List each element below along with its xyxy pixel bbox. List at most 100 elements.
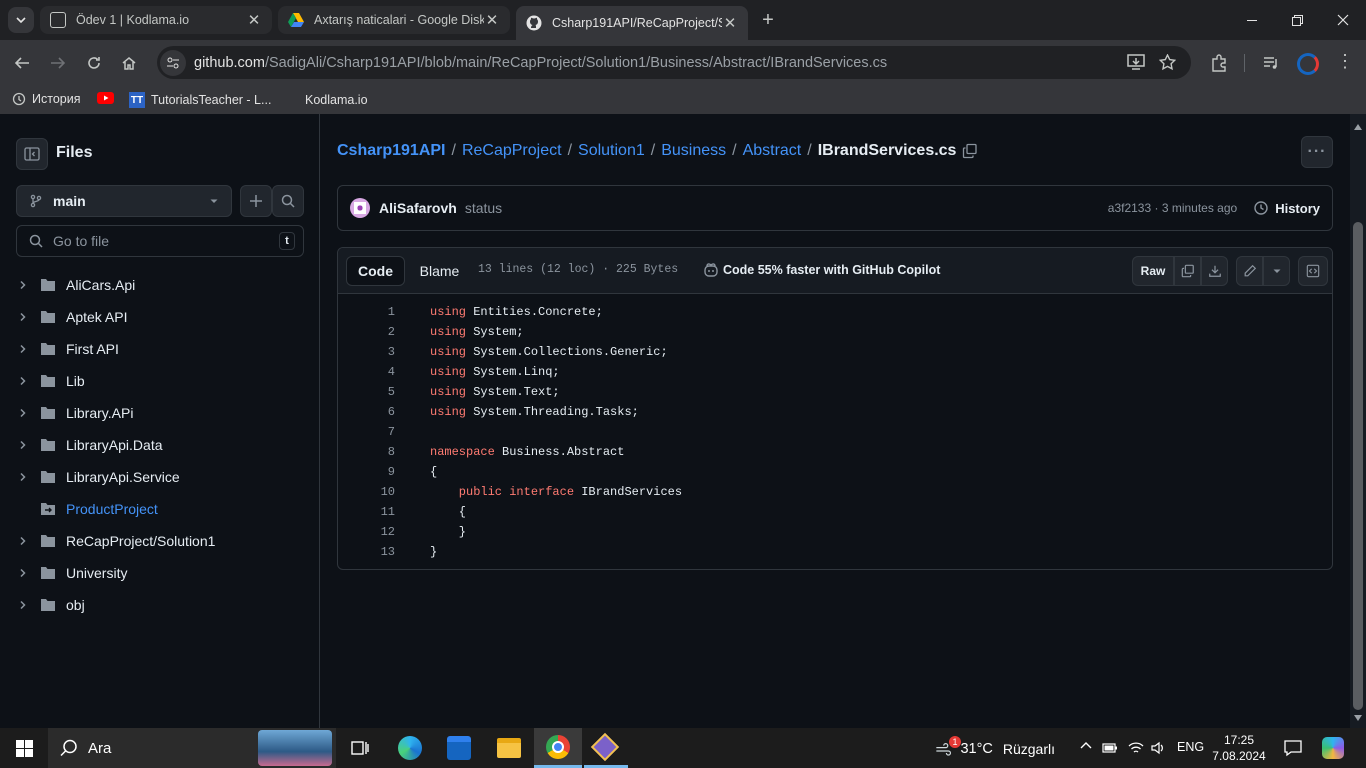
tab-blame[interactable]: Blame <box>405 256 474 286</box>
close-icon[interactable]: ✕ <box>722 14 738 32</box>
microsoft-store-icon[interactable] <box>447 736 471 760</box>
breadcrumb-link[interactable]: Abstract <box>743 142 802 160</box>
avatar[interactable] <box>350 198 370 218</box>
profile-avatar[interactable] <box>1297 53 1319 75</box>
bookmark-history[interactable]: История <box>12 92 80 106</box>
raw-button[interactable]: Raw <box>1132 256 1174 286</box>
breadcrumb-repo-link[interactable]: Csharp191API <box>337 142 446 160</box>
file-explorer-icon[interactable] <box>497 738 521 758</box>
file-tree-item[interactable]: Aptek API <box>16 301 306 333</box>
bookmark-youtube[interactable] <box>97 92 114 104</box>
file-tree-item[interactable]: ReCapProject/Solution1 <box>16 525 306 557</box>
bookmark-star-icon[interactable] <box>1159 54 1176 71</box>
chevron-right-icon[interactable] <box>18 600 34 610</box>
task-view-icon[interactable] <box>351 739 369 757</box>
commit-author[interactable]: AliSafarovh <box>379 200 457 216</box>
collapse-sidebar-button[interactable] <box>16 138 48 170</box>
windows-start-icon[interactable] <box>16 740 33 757</box>
file-tree-item[interactable]: AliCars.Api <box>16 269 306 301</box>
file-tree-item[interactable]: First API <box>16 333 306 365</box>
restore-button[interactable] <box>1274 0 1320 40</box>
line-number[interactable]: 9 <box>338 465 395 479</box>
breadcrumb-link[interactable]: Business <box>661 142 726 160</box>
file-tree-item[interactable]: LibraryApi.Data <box>16 429 306 461</box>
weather-widget[interactable]: 1 31°C Rüzgarlı <box>935 736 1055 762</box>
battery-icon[interactable] <box>1102 741 1118 755</box>
edge-icon[interactable] <box>398 736 422 760</box>
tab-code[interactable]: Code <box>346 256 405 286</box>
browser-tab-2[interactable]: Axtarış naticalari - Google Disk ✕ <box>278 6 510 34</box>
chevron-right-icon[interactable] <box>18 408 34 418</box>
commit-sha-time[interactable]: a3f2133 · 3 minutes ago <box>1108 201 1237 215</box>
extensions-icon[interactable] <box>1210 54 1228 72</box>
scroll-up-arrow[interactable] <box>1354 124 1362 130</box>
copy-raw-button[interactable] <box>1174 256 1201 286</box>
symbols-panel-button[interactable] <box>1298 256 1328 286</box>
forward-arrow-icon[interactable] <box>50 55 66 71</box>
browser-tab-1[interactable]: Ödev 1 | Kodlama.io ✕ <box>40 6 272 34</box>
bookmark-kodlama[interactable]: Kodlama.io <box>283 92 368 108</box>
add-file-button[interactable] <box>240 185 272 217</box>
reload-icon[interactable] <box>86 55 102 71</box>
line-number[interactable]: 6 <box>338 405 395 419</box>
input-language[interactable]: ENG <box>1177 740 1204 754</box>
chrome-taskbar-button[interactable] <box>534 728 582 768</box>
chevron-right-icon[interactable] <box>18 280 34 290</box>
commit-message[interactable]: status <box>465 200 502 216</box>
new-tab-button[interactable]: + <box>755 7 781 33</box>
line-number[interactable]: 3 <box>338 345 395 359</box>
file-tree-item[interactable]: ProductProject <box>16 493 306 525</box>
file-tree-item[interactable]: obj <box>16 589 306 621</box>
show-hidden-icons-chevron-up-icon[interactable] <box>1079 739 1093 753</box>
chevron-right-icon[interactable] <box>18 472 34 482</box>
network-icon[interactable] <box>1127 740 1145 756</box>
close-icon[interactable]: ✕ <box>484 11 500 29</box>
line-number[interactable]: 11 <box>338 505 395 519</box>
line-number[interactable]: 8 <box>338 445 395 459</box>
line-number[interactable]: 7 <box>338 425 395 439</box>
chevron-right-icon[interactable] <box>18 344 34 354</box>
chevron-right-icon[interactable] <box>18 376 34 386</box>
chevron-right-icon[interactable] <box>18 440 34 450</box>
breadcrumb-link[interactable]: ReCapProject <box>462 142 562 160</box>
page-scrollbar[interactable] <box>1350 114 1366 728</box>
line-number[interactable]: 4 <box>338 365 395 379</box>
copilot-promo[interactable]: Code 55% faster with GitHub Copilot <box>703 262 940 278</box>
more-menu-icon[interactable]: ⋮ <box>1336 52 1354 70</box>
line-number[interactable]: 10 <box>338 485 395 499</box>
taskbar-search-box[interactable]: Ara <box>48 728 336 768</box>
minimize-button[interactable] <box>1230 0 1274 40</box>
search-files-button[interactable] <box>272 185 304 217</box>
notifications-icon[interactable] <box>1284 739 1302 757</box>
breadcrumb-link[interactable]: Solution1 <box>578 142 645 160</box>
media-controls-icon[interactable] <box>1262 54 1280 72</box>
home-icon[interactable] <box>121 55 137 71</box>
volume-icon[interactable] <box>1150 740 1166 756</box>
history-button[interactable]: History <box>1253 200 1320 216</box>
clock[interactable]: 17:25 7.08.2024 <box>1210 732 1268 764</box>
copilot-taskbar-icon[interactable] <box>1322 737 1344 759</box>
site-info-button[interactable] <box>160 49 186 76</box>
branch-selector[interactable]: main <box>16 185 232 217</box>
close-window-button[interactable] <box>1320 0 1366 40</box>
go-to-file-input[interactable]: Go to file t <box>16 225 304 257</box>
line-number[interactable]: 5 <box>338 385 395 399</box>
scroll-down-arrow[interactable] <box>1354 715 1362 721</box>
close-icon[interactable]: ✕ <box>246 11 262 29</box>
bookmark-tutorialsteacher[interactable]: TT TutorialsTeacher - L... <box>129 92 271 108</box>
line-number[interactable]: 13 <box>338 545 395 559</box>
copy-path-icon[interactable] <box>962 143 978 159</box>
file-tree-item[interactable]: LibraryApi.Service <box>16 461 306 493</box>
address-bar[interactable]: github.com/SadigAli/Csharp191API/blob/ma… <box>157 46 1191 79</box>
scrollbar-thumb[interactable] <box>1353 222 1363 710</box>
download-raw-button[interactable] <box>1201 256 1228 286</box>
edit-file-button[interactable] <box>1236 256 1263 286</box>
more-options-button[interactable]: ··· <box>1301 136 1333 168</box>
chevron-right-icon[interactable] <box>18 312 34 322</box>
install-app-icon[interactable] <box>1127 54 1145 71</box>
line-number[interactable]: 1 <box>338 305 395 319</box>
chevron-right-icon[interactable] <box>18 536 34 546</box>
file-tree-item[interactable]: University <box>16 557 306 589</box>
app-taskbar-button[interactable] <box>584 728 628 768</box>
back-arrow-icon[interactable] <box>14 55 30 71</box>
